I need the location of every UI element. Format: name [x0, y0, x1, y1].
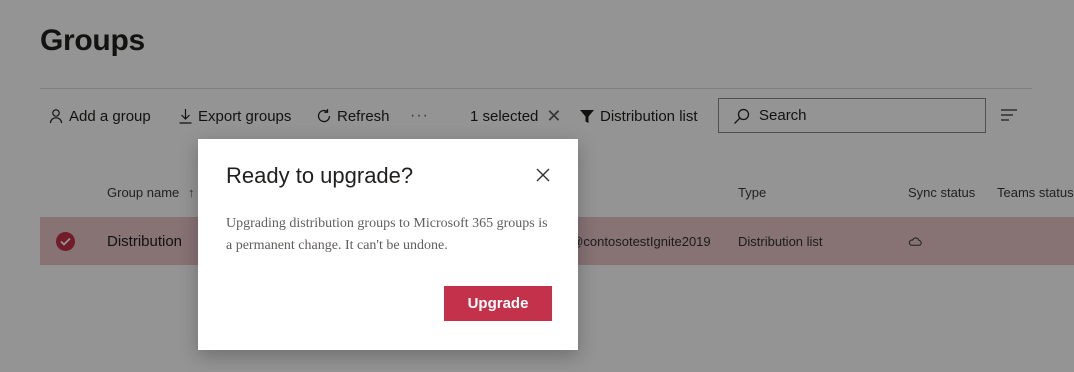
upgrade-dialog: Ready to upgrade? Upgrading distribution… [198, 139, 578, 350]
dialog-title: Ready to upgrade? [226, 163, 414, 188]
close-icon[interactable] [534, 166, 552, 184]
dialog-body-text: Upgrading distribution groups to Microso… [226, 216, 548, 253]
upgrade-button[interactable]: Upgrade [444, 286, 552, 321]
